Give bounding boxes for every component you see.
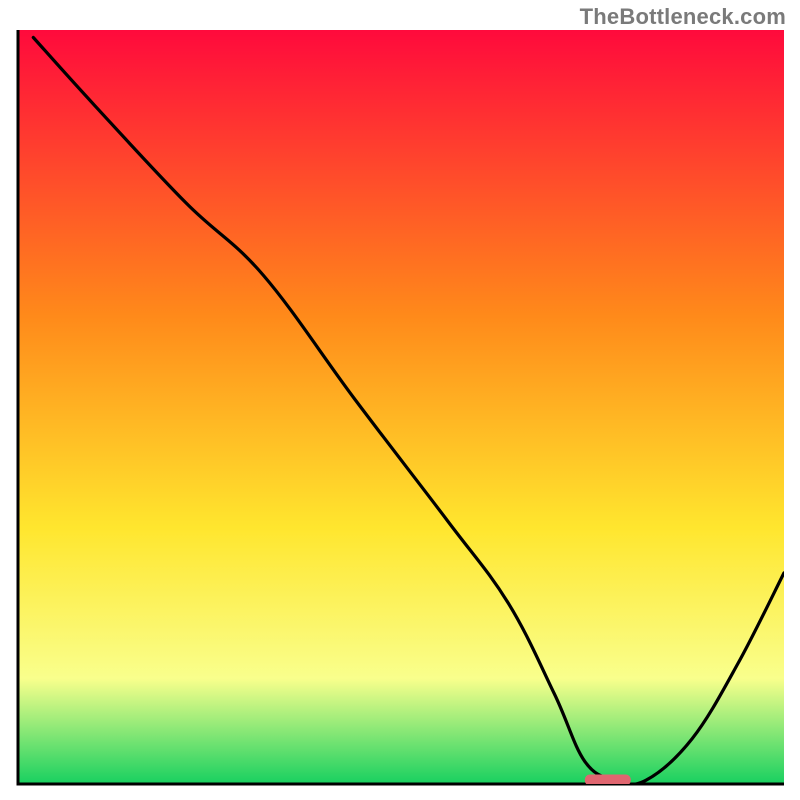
bottleneck-chart	[0, 0, 800, 800]
chart-stage: TheBottleneck.com	[0, 0, 800, 800]
watermark-label: TheBottleneck.com	[580, 4, 786, 30]
optimum-marker	[585, 775, 631, 786]
gradient-background	[18, 30, 784, 784]
